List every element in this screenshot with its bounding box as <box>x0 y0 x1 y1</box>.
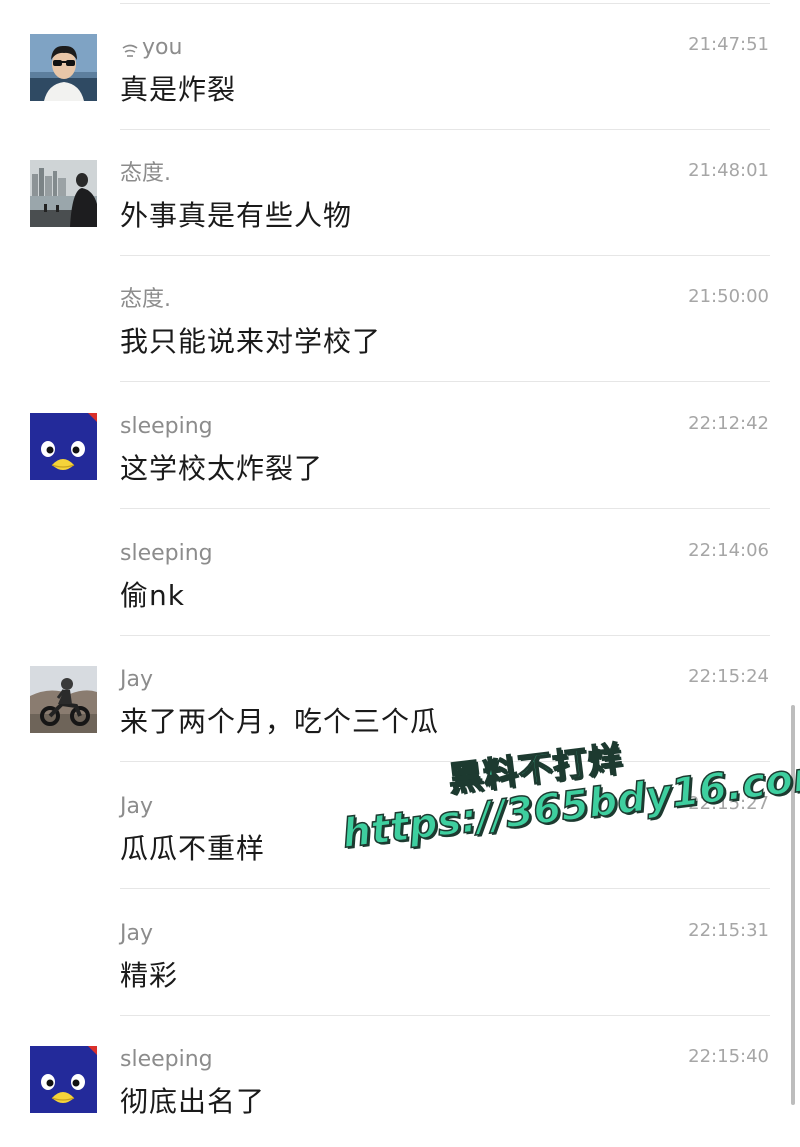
motorcycle-rider-avatar[interactable] <box>30 666 97 733</box>
message-time: 22:12:42 <box>688 413 769 434</box>
message-item[interactable]: Jay 22:15:31 精彩 <box>0 890 800 1016</box>
blue-penguin-avatar[interactable] <box>30 413 97 480</box>
message-time: 21:50:00 <box>688 286 769 307</box>
sender-name[interactable]: Jay <box>120 919 153 949</box>
message-time: 22:15:24 <box>688 666 769 687</box>
sender-name[interactable]: sleeping <box>120 539 213 569</box>
message-time: 22:15:27 <box>688 793 769 814</box>
message-text: 来了两个月，吃个三个瓜 <box>120 705 440 738</box>
message-item[interactable]: sleeping 22:12:42 这学校太炸裂了 <box>0 383 800 509</box>
message-text: 真是炸裂 <box>120 73 237 106</box>
sender-name[interactable]: Jay <box>120 665 153 695</box>
message-text: 这学校太炸裂了 <box>120 452 324 485</box>
message-text: 偷nk <box>120 579 185 612</box>
blue-penguin-avatar-image <box>30 1046 97 1113</box>
message-time: 22:15:40 <box>688 1046 769 1067</box>
scrollbar[interactable] <box>791 705 795 1105</box>
message-text: 精彩 <box>120 959 179 992</box>
sender-name-text: you <box>142 35 183 60</box>
message-divider <box>120 761 770 762</box>
sender-name[interactable]: Jay <box>120 792 153 822</box>
man-sunglasses-avatar[interactable] <box>30 34 97 101</box>
city-skyline-avatar[interactable] <box>30 160 97 227</box>
blue-penguin-avatar[interactable] <box>30 1046 97 1113</box>
message-time: 22:14:06 <box>688 540 769 561</box>
message-divider <box>120 888 770 889</box>
message-item[interactable]: sleeping 22:14:06 偷nk <box>0 510 800 636</box>
blue-penguin-avatar-image <box>30 413 97 480</box>
sender-name[interactable]: 态度. <box>120 159 171 189</box>
message-divider <box>120 381 770 382</box>
wifi-icon <box>120 39 140 57</box>
sender-name[interactable]: sleeping <box>120 412 213 442</box>
message-item[interactable]: 态度. 21:48:01 外事真是有些人物 <box>0 130 800 256</box>
message-divider <box>120 508 770 509</box>
sender-name[interactable]: you <box>120 33 182 63</box>
message-item[interactable]: 态度. 21:50:00 我只能说来对学校了 <box>0 256 800 382</box>
message-item[interactable]: Jay 22:15:24 来了两个月，吃个三个瓜 <box>0 636 800 762</box>
message-item[interactable]: Jay 22:15:27 瓜瓜不重样 <box>0 763 800 889</box>
message-text: 外事真是有些人物 <box>120 199 353 232</box>
message-item[interactable]: sleeping 22:15:40 彻底出名了 <box>0 1016 800 1142</box>
message-time: 21:48:01 <box>688 160 769 181</box>
message-text: 瓜瓜不重样 <box>120 832 266 865</box>
chat-message-list: you 21:47:51 真是炸裂 态度. 21:48:01 外事真是有些人物 … <box>0 0 800 1147</box>
motorcycle-rider-avatar-image <box>30 666 97 733</box>
message-text: 彻底出名了 <box>120 1085 266 1118</box>
sender-name[interactable]: sleeping <box>120 1045 213 1075</box>
sender-name[interactable]: 态度. <box>120 285 171 315</box>
message-text: 我只能说来对学校了 <box>120 325 382 358</box>
man-sunglasses-avatar-image <box>30 34 97 101</box>
message-item[interactable]: you 21:47:51 真是炸裂 <box>0 4 800 130</box>
message-time: 22:15:31 <box>688 920 769 941</box>
city-skyline-avatar-image <box>30 160 97 227</box>
message-time: 21:47:51 <box>688 34 769 55</box>
